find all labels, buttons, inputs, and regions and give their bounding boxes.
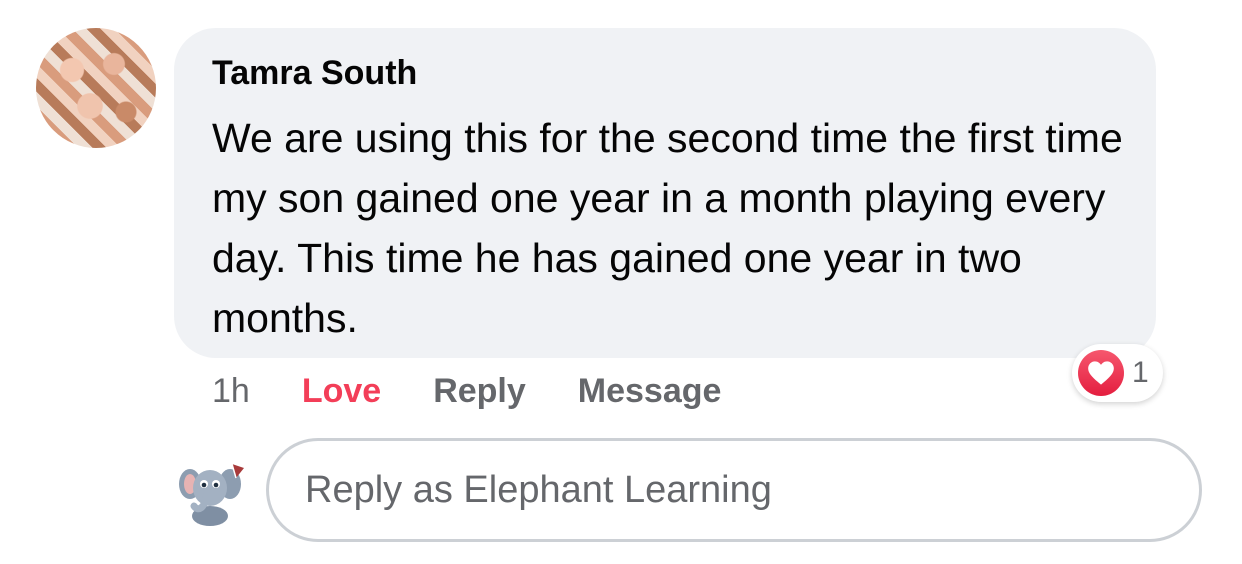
love-button[interactable]: Love — [302, 372, 381, 411]
reply-box[interactable] — [266, 438, 1202, 542]
comment-author[interactable]: Tamra South — [212, 54, 417, 93]
comment-text: We are using this for the second time th… — [212, 115, 1123, 341]
comment-actions: 1h Love Reply Message — [212, 366, 773, 416]
reaction-summary[interactable]: 1 — [1072, 344, 1163, 402]
heart-icon — [1078, 350, 1124, 396]
elephant-icon — [176, 456, 248, 528]
reply-input[interactable] — [303, 467, 1167, 513]
comment-bubble: Tamra South We are using this for the se… — [174, 28, 1156, 358]
reply-button[interactable]: Reply — [433, 372, 526, 411]
message-button[interactable]: Message — [578, 372, 722, 411]
comment-timestamp[interactable]: 1h — [212, 372, 250, 411]
commenter-avatar[interactable] — [36, 28, 156, 148]
reaction-count: 1 — [1132, 356, 1149, 389]
